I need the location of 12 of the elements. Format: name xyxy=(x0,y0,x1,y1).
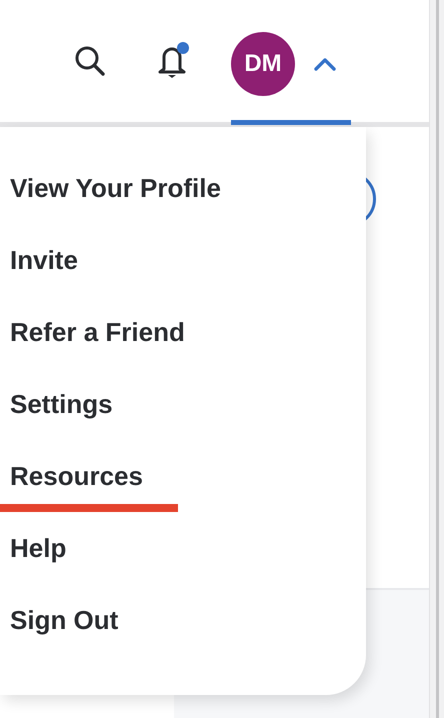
menu-item[interactable]: Sign Out xyxy=(0,602,366,674)
menu-item[interactable]: Refer a Friend xyxy=(0,314,366,386)
menu-item[interactable]: Invite xyxy=(0,242,366,314)
profile-menu-button[interactable]: DM xyxy=(231,2,351,124)
search-icon[interactable] xyxy=(73,44,107,78)
menu-item[interactable]: View Your Profile xyxy=(0,170,366,242)
menu-item[interactable]: Help xyxy=(0,530,366,602)
menu-item[interactable]: Settings xyxy=(0,386,366,458)
scrollbar[interactable] xyxy=(429,0,444,718)
chevron-up-icon xyxy=(313,56,337,72)
menu-item[interactable]: Resources xyxy=(0,458,366,530)
avatar: DM xyxy=(231,32,295,96)
